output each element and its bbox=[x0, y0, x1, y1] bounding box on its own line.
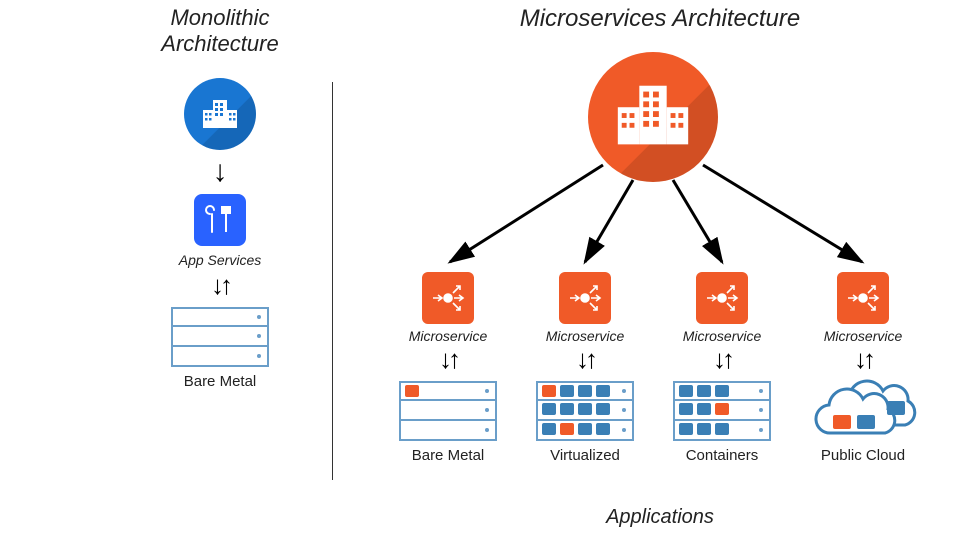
applications-label: Applications bbox=[350, 506, 970, 529]
microservice-label: Microservice bbox=[824, 328, 903, 344]
bare-metal-stack bbox=[171, 307, 269, 367]
monolithic-app-circle bbox=[184, 78, 256, 150]
microservice-column-virtualized: Microservice ↓↑ Virtualized bbox=[520, 272, 650, 464]
buildings-icon bbox=[198, 92, 242, 136]
load-balancer-icon bbox=[566, 279, 604, 317]
microservice-label: Microservice bbox=[546, 328, 625, 344]
microservice-box bbox=[559, 272, 611, 324]
app-services-label: App Services bbox=[179, 252, 261, 268]
deploy-label: Virtualized bbox=[550, 447, 620, 464]
buildings-icon bbox=[610, 74, 696, 160]
arrow-bidirectional-icon: ↓↑ bbox=[576, 348, 594, 371]
title-line2: Architecture bbox=[161, 31, 278, 56]
arrow-bidirectional-icon: ↓↑ bbox=[439, 348, 457, 371]
microservice-box bbox=[837, 272, 889, 324]
arrow-down-icon: ↓ bbox=[213, 160, 228, 184]
arrow-bidirectional-icon: ↓↑ bbox=[211, 274, 229, 297]
deploy-label: Containers bbox=[686, 447, 759, 464]
microservice-column-public-cloud: Microservice ↓↑ Public Cloud bbox=[798, 272, 928, 464]
containers-stack bbox=[673, 381, 771, 441]
load-balancer-icon bbox=[703, 279, 741, 317]
cloud-icon bbox=[803, 377, 923, 443]
monolithic-title: Monolithic Architecture bbox=[161, 5, 278, 58]
microservice-box bbox=[422, 272, 474, 324]
bare-metal-stack bbox=[399, 381, 497, 441]
load-balancer-icon bbox=[429, 279, 467, 317]
vertical-divider bbox=[332, 82, 333, 480]
microservice-box bbox=[696, 272, 748, 324]
deploy-label: Public Cloud bbox=[821, 447, 905, 464]
microservice-label: Microservice bbox=[683, 328, 762, 344]
microservice-label: Microservice bbox=[409, 328, 488, 344]
app-services-box bbox=[194, 194, 246, 246]
arrow-bidirectional-icon: ↓↑ bbox=[713, 348, 731, 371]
microservice-column-containers: Microservice ↓↑ Containers bbox=[657, 272, 787, 464]
wrench-hammer-icon bbox=[202, 202, 238, 238]
public-cloud bbox=[803, 377, 923, 443]
bare-metal-label: Bare Metal bbox=[184, 373, 257, 390]
deploy-label: Bare Metal bbox=[412, 447, 485, 464]
monolithic-column: Monolithic Architecture ↓ bbox=[120, 0, 320, 390]
microservices-panel: Microservices Architecture bbox=[350, 0, 970, 34]
arrow-bidirectional-icon: ↓↑ bbox=[854, 348, 872, 371]
microservice-column-bare-metal: Microservice ↓↑ Bare Metal bbox=[383, 272, 513, 464]
load-balancer-icon bbox=[844, 279, 882, 317]
title-line1: Monolithic bbox=[170, 5, 269, 30]
virtualized-stack bbox=[536, 381, 634, 441]
